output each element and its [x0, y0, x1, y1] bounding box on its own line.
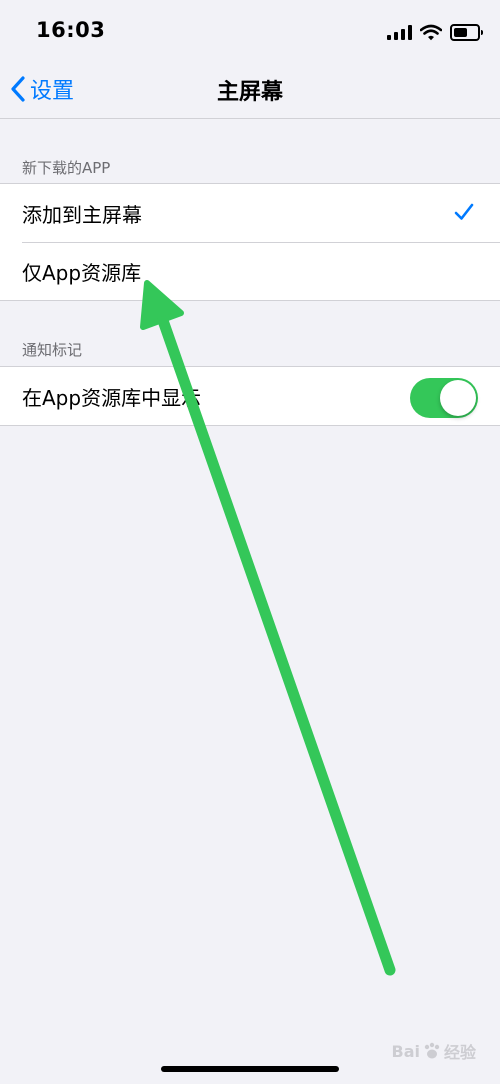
show-in-app-library-toggle[interactable] [410, 378, 478, 418]
page-title: 主屏幕 [216, 80, 283, 105]
section-header-badges: 通知标记 [22, 341, 83, 359]
option-label: 仅App资源库 [22, 260, 142, 285]
watermark-text-right: 经验 [443, 1043, 476, 1062]
toggle-knob [440, 380, 476, 416]
status-time: 16:03 [36, 18, 106, 42]
status-bar: 16:03 [0, 0, 500, 60]
paw-icon [424, 1042, 440, 1059]
badges-group: 在App资源库中显示 [0, 366, 500, 426]
nav-bar: 设置 主屏幕 [0, 60, 500, 119]
home-indicator[interactable] [161, 1066, 339, 1072]
watermark-text-left: Bai [391, 1041, 420, 1061]
option-app-library-only[interactable]: 仅App资源库 [0, 242, 500, 300]
section-header-new-apps: 新下载的APP [22, 159, 111, 177]
option-label: 添加到主屏幕 [22, 202, 142, 227]
status-icons [387, 20, 483, 44]
show-in-app-library-row: 在App资源库中显示 [0, 367, 500, 425]
toggle-label: 在App资源库中显示 [22, 385, 202, 410]
wifi-icon [420, 24, 442, 40]
battery-icon [450, 23, 483, 41]
option-add-to-home-screen[interactable]: 添加到主屏幕 [0, 184, 500, 242]
checkmark-icon [454, 203, 474, 220]
signal-icon [387, 24, 412, 40]
new-apps-group: 添加到主屏幕 仅App资源库 [0, 183, 500, 301]
watermark: Bai 经验 [392, 1038, 477, 1064]
